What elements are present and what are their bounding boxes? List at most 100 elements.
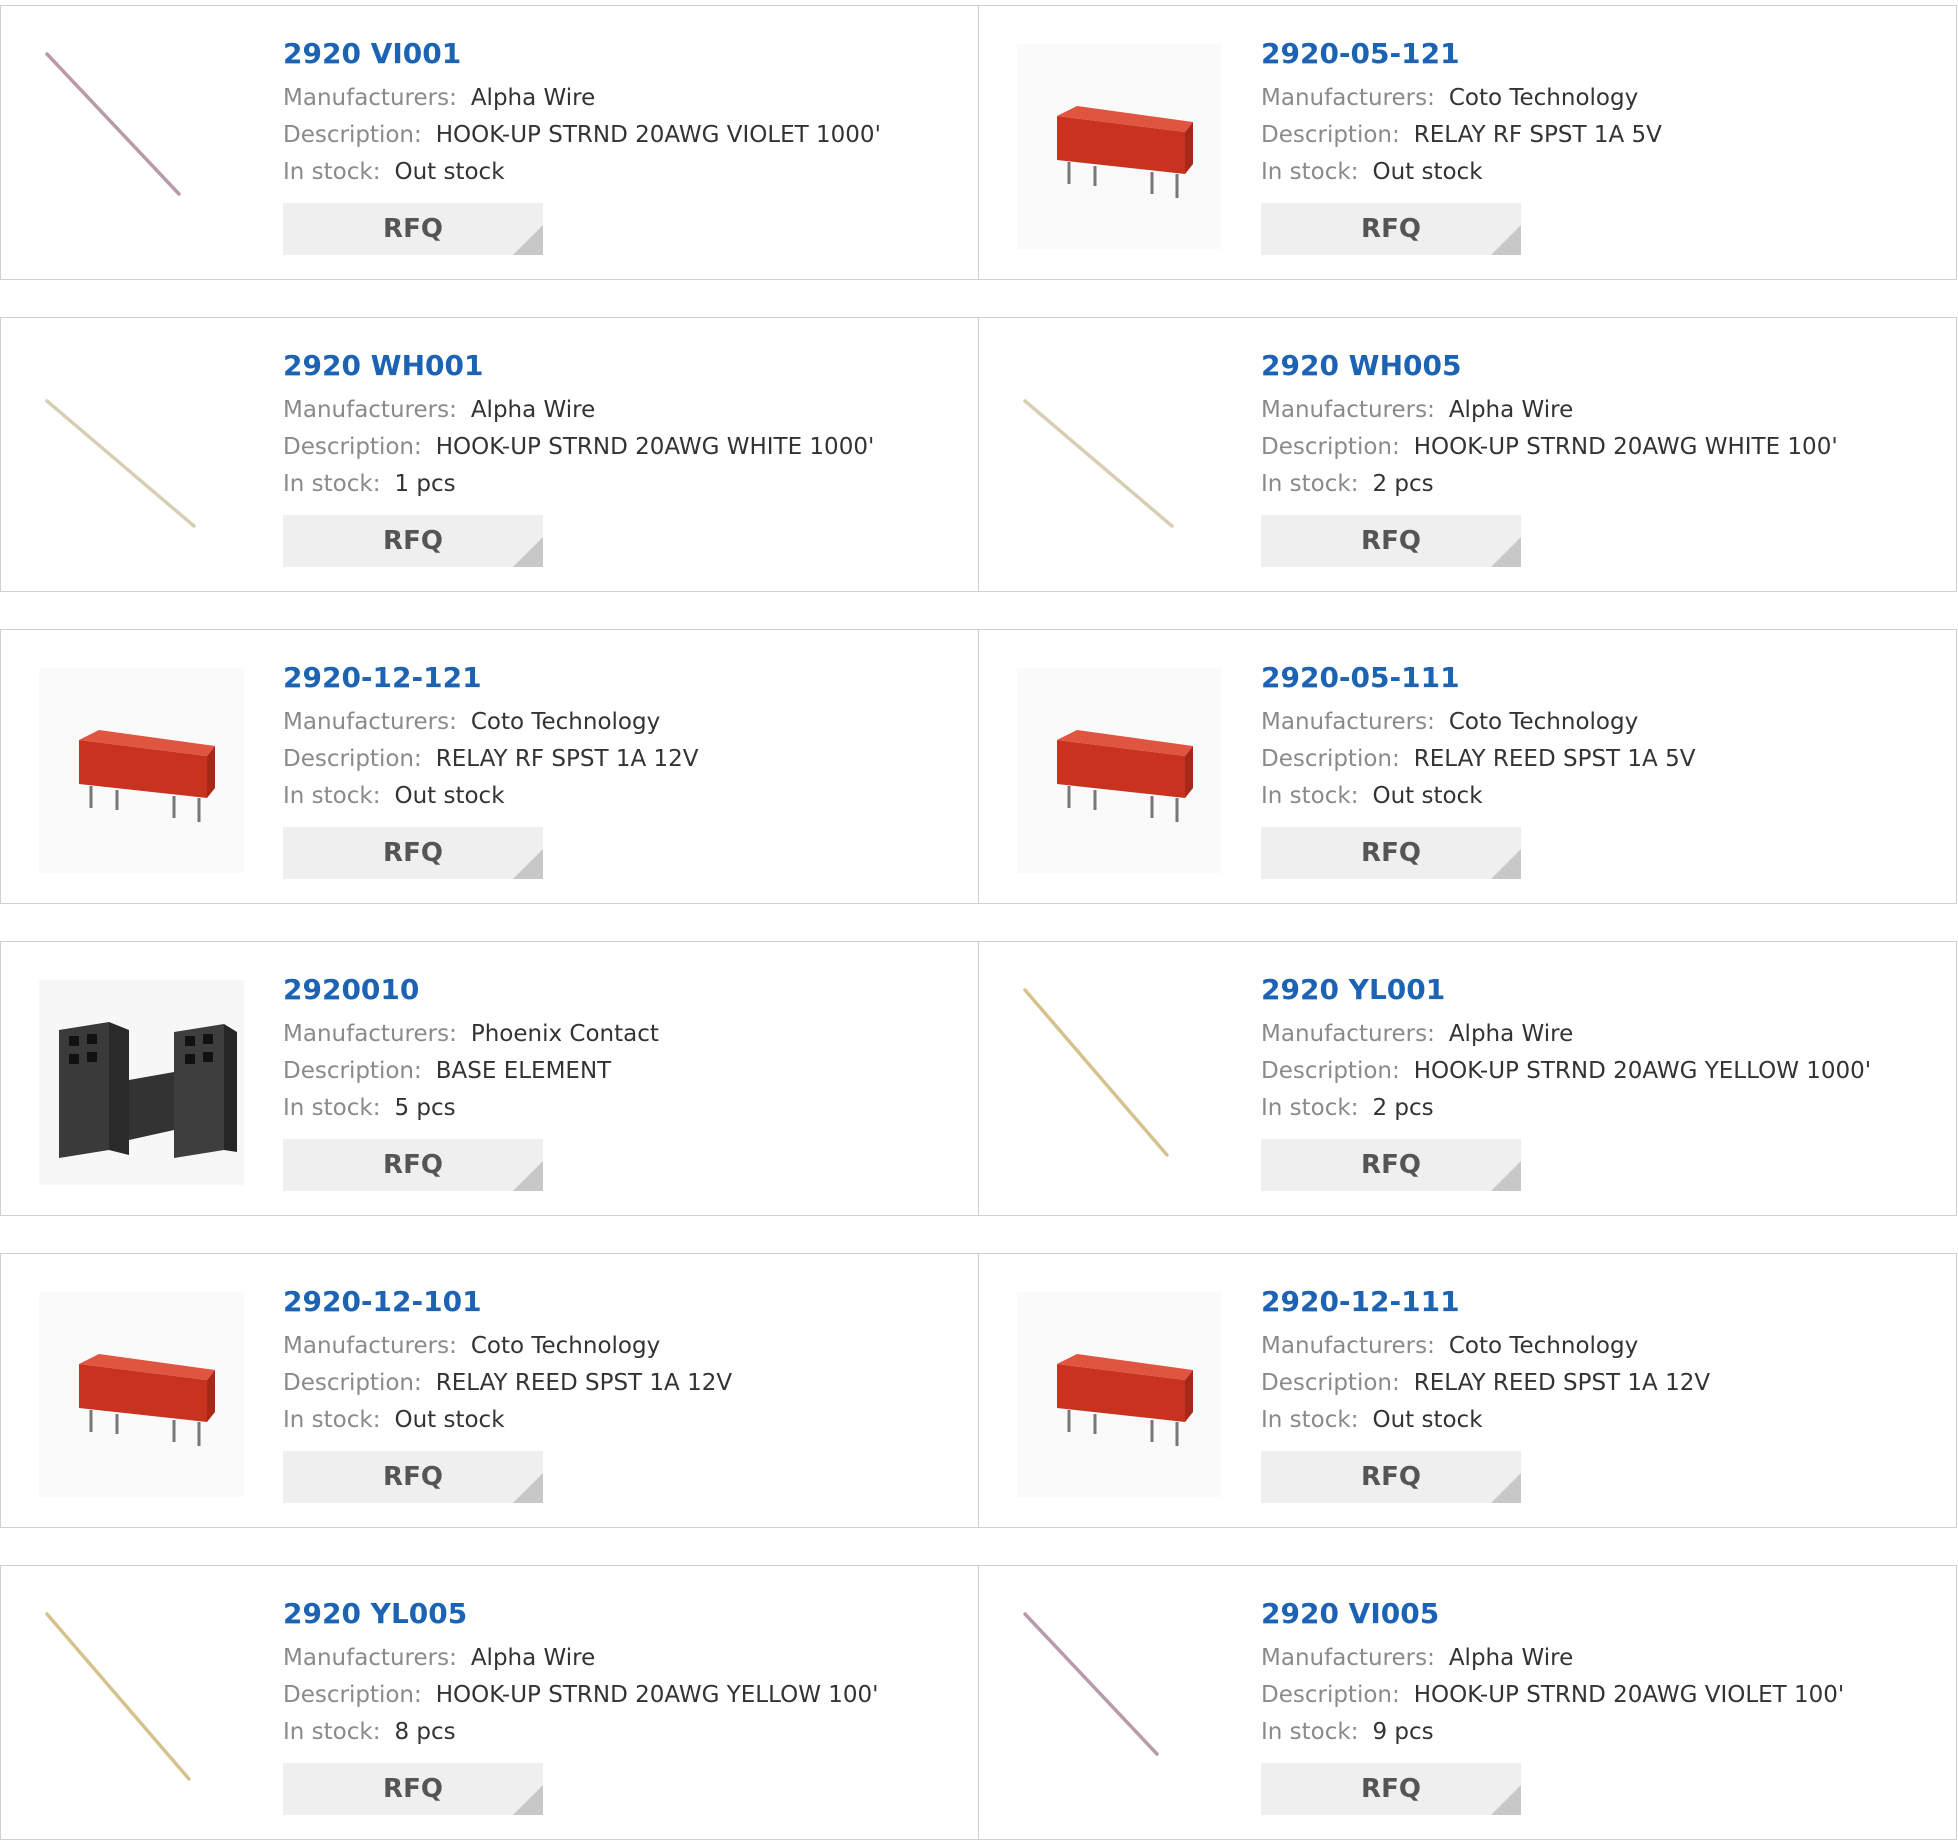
description-row: Description: BASE ELEMENT bbox=[283, 1053, 968, 1090]
description-value: RELAY REED SPST 1A 5V bbox=[1413, 746, 1696, 772]
rfq-button[interactable]: RFQ bbox=[283, 827, 543, 879]
rfq-button[interactable]: RFQ bbox=[1261, 515, 1521, 567]
description-row: Description: HOOK-UP STRND 20AWG YELLOW 1… bbox=[283, 1677, 968, 1714]
manufacturer-row: Manufacturers: Alpha Wire bbox=[283, 392, 968, 429]
violet-wire-image[interactable] bbox=[1017, 1604, 1222, 1809]
part-number-link[interactable]: 2920-12-101 bbox=[283, 1284, 968, 1320]
part-number-link[interactable]: 2920-12-111 bbox=[1261, 1284, 1946, 1320]
in-stock-label: In stock: bbox=[283, 1719, 381, 1745]
product-card: 2920-05-121 Manufacturers: Coto Technology… bbox=[978, 5, 1957, 280]
part-number-link[interactable]: 2920-05-111 bbox=[1261, 660, 1946, 696]
manufacturers-label: Manufacturers: bbox=[283, 397, 457, 423]
rfq-button[interactable]: RFQ bbox=[283, 1451, 543, 1503]
description-value: RELAY RF SPST 1A 12V bbox=[435, 746, 699, 772]
description-label: Description: bbox=[283, 746, 422, 772]
rfq-label: RFQ bbox=[383, 1774, 443, 1804]
part-number-link[interactable]: 2920 YL005 bbox=[283, 1596, 968, 1632]
manufacturer-value: Coto Technology bbox=[1448, 1333, 1639, 1359]
manufacturer-row: Manufacturers: Alpha Wire bbox=[283, 80, 968, 117]
manufacturer-value: Alpha Wire bbox=[470, 397, 596, 423]
manufacturer-row: Manufacturers: Coto Technology bbox=[1261, 80, 1946, 117]
manufacturers-label: Manufacturers: bbox=[1261, 709, 1435, 735]
product-card: 2920010 Manufacturers: Phoenix Contact Desc… bbox=[0, 941, 979, 1216]
rfq-button[interactable]: RFQ bbox=[283, 1763, 543, 1815]
manufacturers-label: Manufacturers: bbox=[283, 709, 457, 735]
rfq-button[interactable]: RFQ bbox=[1261, 827, 1521, 879]
part-number-link[interactable]: 2920 WH005 bbox=[1261, 348, 1946, 384]
rfq-button[interactable]: RFQ bbox=[283, 515, 543, 567]
part-number-link[interactable]: 2920-05-121 bbox=[1261, 36, 1946, 72]
manufacturer-value: Alpha Wire bbox=[1448, 397, 1574, 423]
rfq-button[interactable]: RFQ bbox=[1261, 1763, 1521, 1815]
product-card: 2920 VI001 Manufacturers: Alpha Wire Descri… bbox=[0, 5, 979, 280]
stock-row: In stock: 2 pcs bbox=[1261, 1090, 1946, 1127]
stock-row: In stock: Out stock bbox=[1261, 1402, 1946, 1439]
description-row: Description: RELAY RF SPST 1A 12V bbox=[283, 741, 968, 778]
red-relay-image[interactable] bbox=[39, 1292, 244, 1497]
black-terminal-base-image[interactable] bbox=[39, 980, 244, 1185]
description-row: Description: RELAY REED SPST 1A 12V bbox=[283, 1365, 968, 1402]
part-number-link[interactable]: 2920 VI001 bbox=[283, 36, 968, 72]
product-info: 2920 YL005 Manufacturers: Alpha Wire Descri… bbox=[283, 1596, 968, 1815]
product-info: 2920-05-121 Manufacturers: Coto Technology… bbox=[1261, 36, 1946, 255]
corner-triangle-icon bbox=[1491, 1161, 1521, 1191]
product-info: 2920 WH001 Manufacturers: Alpha Wire Descri… bbox=[283, 348, 968, 567]
part-number-link[interactable]: 2920-12-121 bbox=[283, 660, 968, 696]
part-number-link[interactable]: 2920 YL001 bbox=[1261, 972, 1946, 1008]
stock-value: Out stock bbox=[1372, 783, 1483, 809]
part-number-link[interactable]: 2920010 bbox=[283, 972, 968, 1008]
stock-value: 2 pcs bbox=[1372, 1095, 1434, 1121]
description-label: Description: bbox=[1261, 122, 1400, 148]
yellow-wire-image[interactable] bbox=[39, 1604, 244, 1809]
part-number-link[interactable]: 2920 VI005 bbox=[1261, 1596, 1946, 1632]
red-relay-image[interactable] bbox=[1017, 44, 1222, 249]
manufacturer-row: Manufacturers: Alpha Wire bbox=[1261, 392, 1946, 429]
corner-triangle-icon bbox=[513, 1473, 543, 1503]
manufacturers-label: Manufacturers: bbox=[283, 85, 457, 111]
product-info: 2920 VI001 Manufacturers: Alpha Wire Descri… bbox=[283, 36, 968, 255]
rfq-label: RFQ bbox=[1361, 1462, 1421, 1492]
description-row: Description: HOOK-UP STRND 20AWG VIOLET 1… bbox=[1261, 1677, 1946, 1714]
in-stock-label: In stock: bbox=[1261, 159, 1359, 185]
corner-triangle-icon bbox=[513, 849, 543, 879]
corner-triangle-icon bbox=[513, 537, 543, 567]
stock-value: Out stock bbox=[1372, 159, 1483, 185]
description-label: Description: bbox=[283, 1058, 422, 1084]
violet-wire-image[interactable] bbox=[39, 44, 244, 249]
rfq-button[interactable]: RFQ bbox=[283, 1139, 543, 1191]
description-label: Description: bbox=[1261, 434, 1400, 460]
rfq-button[interactable]: RFQ bbox=[1261, 1139, 1521, 1191]
product-card: 2920-12-101 Manufacturers: Coto Technology… bbox=[0, 1253, 979, 1528]
rfq-button[interactable]: RFQ bbox=[1261, 1451, 1521, 1503]
rfq-button[interactable]: RFQ bbox=[1261, 203, 1521, 255]
corner-triangle-icon bbox=[513, 1785, 543, 1815]
red-relay-image[interactable] bbox=[1017, 1292, 1222, 1497]
rfq-label: RFQ bbox=[1361, 526, 1421, 556]
white-wire-image[interactable] bbox=[39, 356, 244, 561]
stock-value: Out stock bbox=[1372, 1407, 1483, 1433]
stock-row: In stock: 2 pcs bbox=[1261, 466, 1946, 503]
description-label: Description: bbox=[1261, 1682, 1400, 1708]
manufacturer-row: Manufacturers: Phoenix Contact bbox=[283, 1016, 968, 1053]
white-wire-image[interactable] bbox=[1017, 356, 1222, 561]
description-label: Description: bbox=[283, 1682, 422, 1708]
description-row: Description: HOOK-UP STRND 20AWG YELLOW 1… bbox=[1261, 1053, 1946, 1090]
red-relay-image[interactable] bbox=[1017, 668, 1222, 873]
product-info: 2920-12-111 Manufacturers: Coto Technology… bbox=[1261, 1284, 1946, 1503]
rfq-button[interactable]: RFQ bbox=[283, 203, 543, 255]
red-relay-image[interactable] bbox=[39, 668, 244, 873]
part-number-link[interactable]: 2920 WH001 bbox=[283, 348, 968, 384]
stock-row: In stock: 9 pcs bbox=[1261, 1714, 1946, 1751]
description-value: RELAY REED SPST 1A 12V bbox=[1413, 1370, 1711, 1396]
product-card: 2920 YL005 Manufacturers: Alpha Wire Descri… bbox=[0, 1565, 979, 1840]
manufacturer-value: Alpha Wire bbox=[1448, 1021, 1574, 1047]
description-value: HOOK-UP STRND 20AWG WHITE 100' bbox=[1413, 434, 1838, 460]
yellow-wire-image[interactable] bbox=[1017, 980, 1222, 1185]
manufacturer-row: Manufacturers: Coto Technology bbox=[1261, 1328, 1946, 1365]
manufacturer-row: Manufacturers: Coto Technology bbox=[283, 704, 968, 741]
manufacturer-value: Coto Technology bbox=[1448, 709, 1639, 735]
rfq-label: RFQ bbox=[1361, 838, 1421, 868]
description-label: Description: bbox=[283, 1370, 422, 1396]
corner-triangle-icon bbox=[1491, 1473, 1521, 1503]
stock-value: Out stock bbox=[394, 783, 505, 809]
